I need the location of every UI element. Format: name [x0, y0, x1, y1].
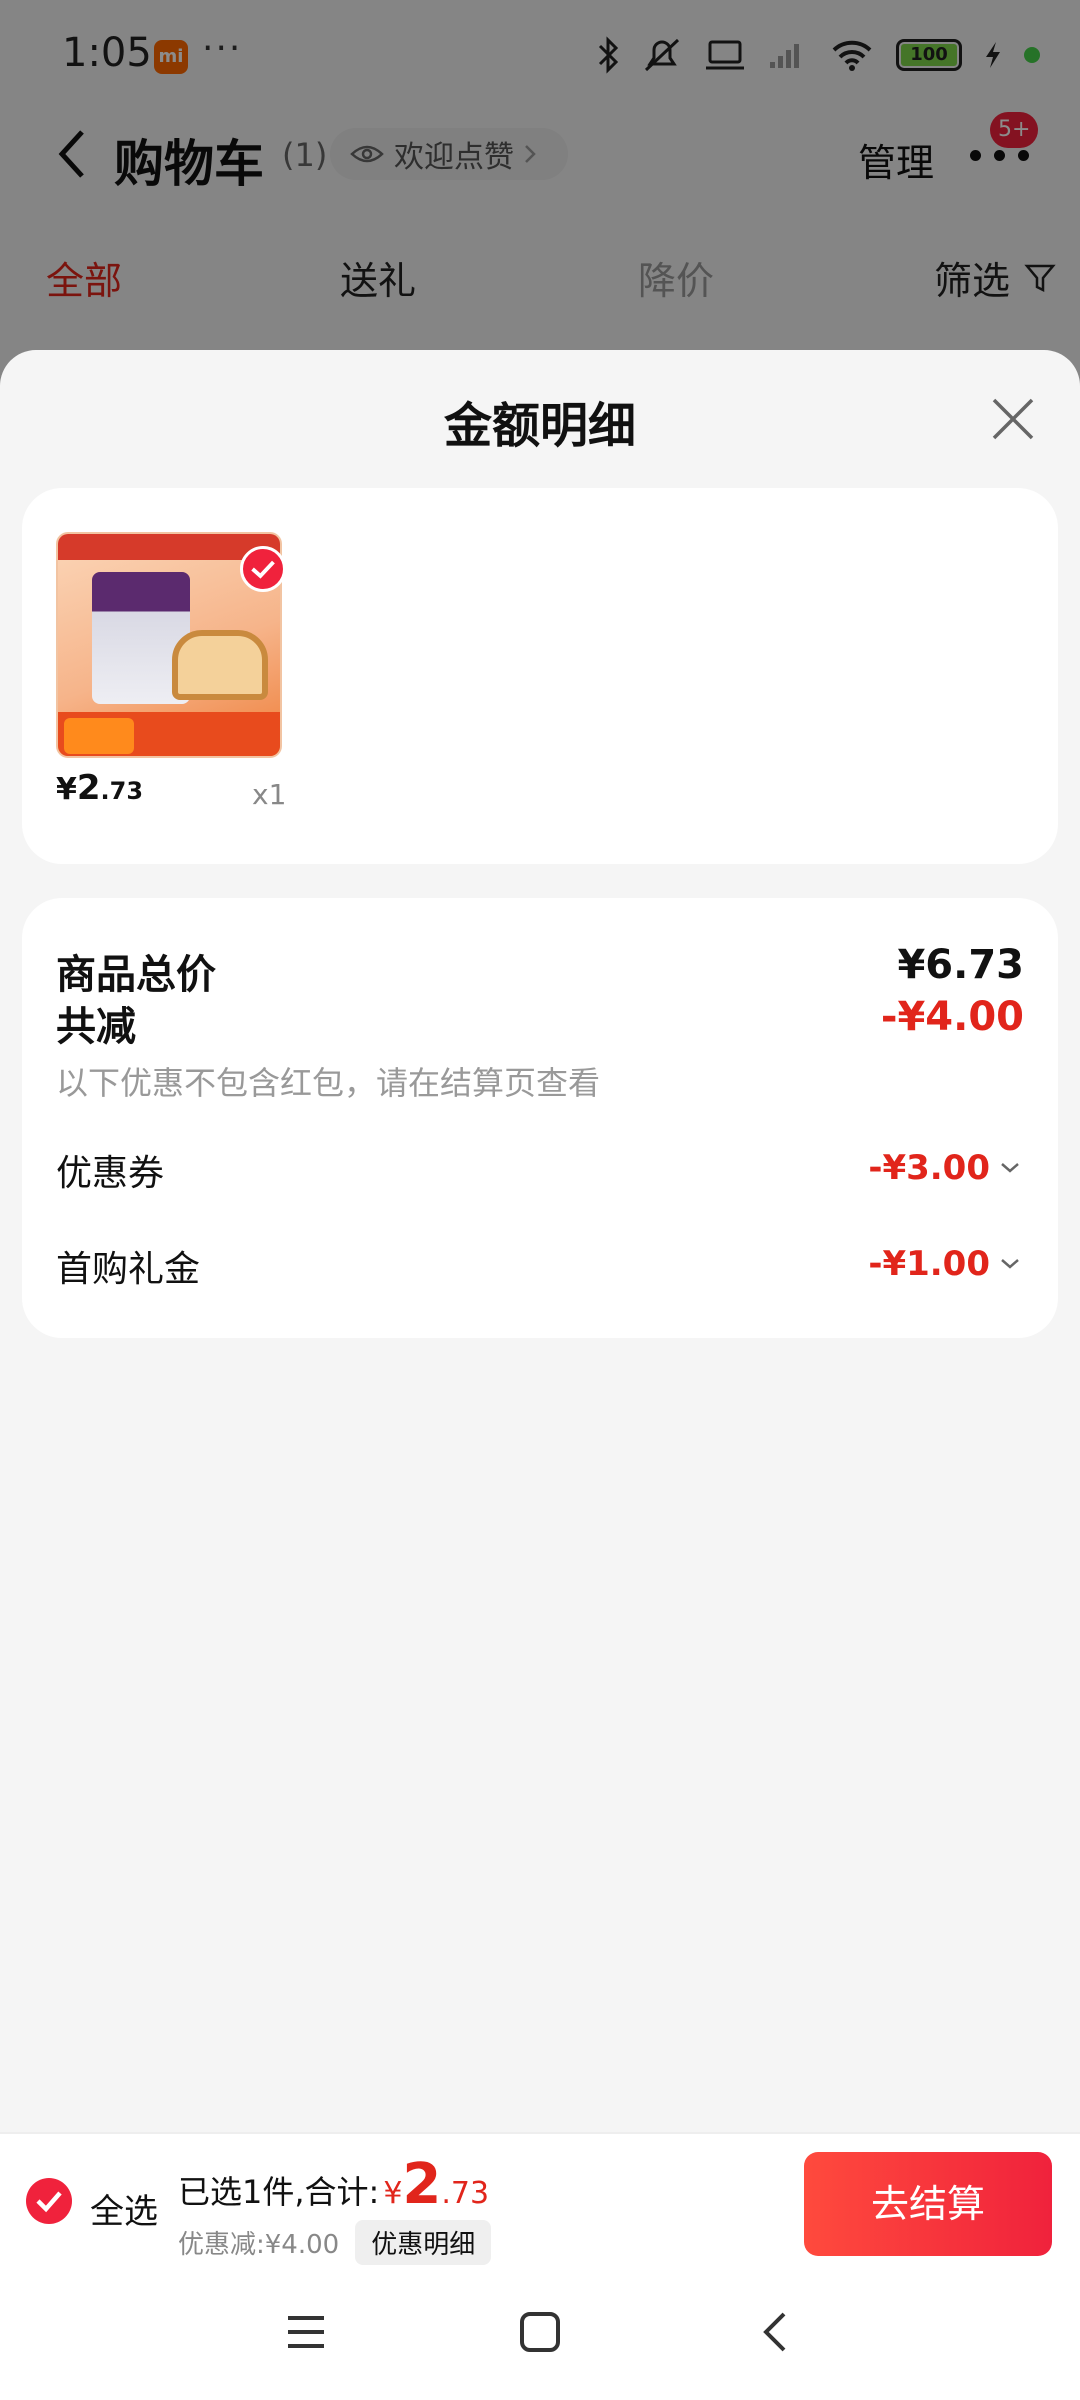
product-quantity: x1 — [252, 778, 287, 811]
total-reduce-label: 共减 — [56, 1004, 136, 1050]
coupon-label: 优惠券 — [56, 1153, 165, 1194]
image-coupon-tag — [64, 718, 134, 754]
discount-detail-button[interactable]: 优惠明细 — [355, 2220, 492, 2265]
image-bread-slice — [172, 630, 268, 700]
product-card: ¥2.73 x1 — [22, 488, 1058, 864]
coupon-value: -¥3.00 — [868, 1148, 990, 1188]
first-purchase-gift-label: 首购礼金 — [56, 1249, 201, 1290]
discount-note: 以下优惠不包含红包，请在结算页查看 — [56, 1064, 601, 1102]
total-price-label: 商品总价 — [56, 952, 216, 998]
product-check-icon[interactable] — [240, 546, 286, 592]
discount-line: 优惠减:¥4.00 优惠明细 — [178, 2220, 492, 2265]
discount-text: 优惠减:¥4.00 — [178, 2230, 340, 2260]
home-icon[interactable] — [518, 2310, 562, 2354]
cart-bottom-bar: 全选 已选1件,合计: ¥ 2 .73 优惠减:¥4.00 优惠明细 去结算 — [0, 2132, 1080, 2270]
checkout-button[interactable]: 去结算 — [804, 2152, 1052, 2256]
select-all-label[interactable]: 全选 — [90, 2184, 158, 2233]
coupon-row-value[interactable]: -¥3.00 — [868, 1148, 1020, 1188]
price-detail-card: 商品总价 ¥6.73 共减 -¥4.00 以下优惠不包含红包，请在结算页查看 优… — [22, 898, 1058, 1338]
back-nav-icon[interactable] — [754, 2310, 798, 2354]
selected-text: 已选1件,合计: — [178, 2173, 380, 2211]
total-reduce-value: -¥4.00 — [880, 994, 1024, 1040]
total-amount: 2 — [402, 2152, 442, 2217]
chevron-down-icon — [1001, 1163, 1019, 1173]
close-icon[interactable] — [988, 394, 1038, 444]
chevron-down-icon — [1001, 1259, 1019, 1269]
menu-icon[interactable] — [284, 2310, 328, 2354]
product-price: ¥2.73 — [56, 768, 144, 808]
first-purchase-gift-value: -¥1.00 — [868, 1244, 990, 1284]
amount-detail-sheet: 金额明细 ¥2.73 x1 商品总价 ¥6.73 共减 -¥4.00 以下优惠不… — [0, 350, 1080, 2132]
total-line: 已选1件,合计: ¥ 2 .73 — [178, 2152, 490, 2217]
select-all-check-icon[interactable] — [26, 2178, 72, 2224]
total-price-value: ¥6.73 — [897, 942, 1024, 988]
gift-row-value[interactable]: -¥1.00 — [868, 1244, 1020, 1284]
sheet-title: 金额明细 — [443, 398, 636, 454]
system-navigation-bar — [0, 2270, 1080, 2400]
